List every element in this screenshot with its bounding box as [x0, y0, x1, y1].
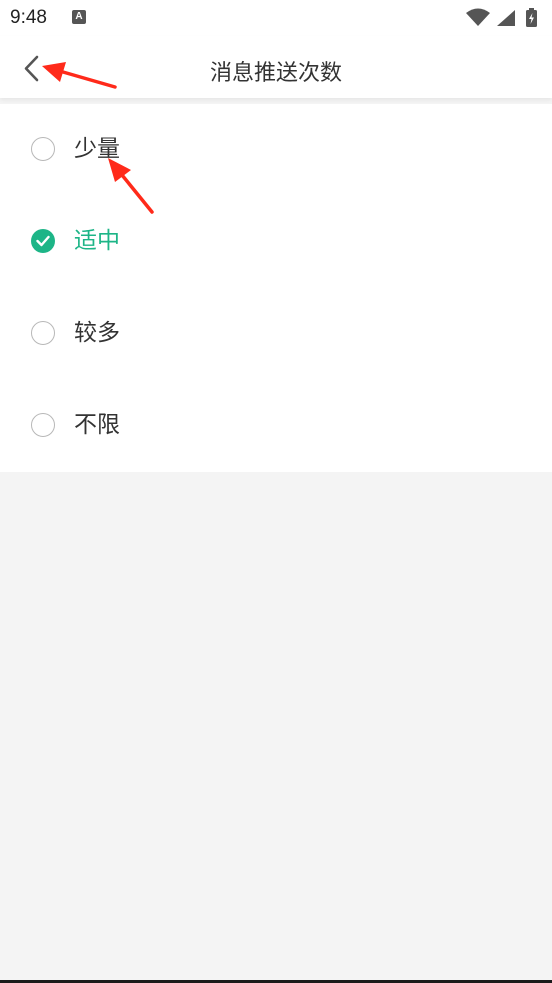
radio-unchecked-icon[interactable]	[31, 413, 55, 437]
option-label: 较多	[74, 320, 120, 346]
signal-icon	[497, 10, 515, 26]
push-frequency-options: 少量 适中 较多 不限	[0, 104, 552, 472]
option-row-unlimited[interactable]: 不限	[0, 380, 552, 472]
page-title: 消息推送次数	[209, 61, 342, 86]
status-bar: 9:48 A	[0, 0, 552, 36]
option-label: 少量	[74, 136, 120, 162]
option-label-selected: 适中	[74, 228, 120, 254]
option-label: 不限	[74, 412, 120, 438]
app-notification-icon: A	[72, 10, 86, 24]
option-row-moderate[interactable]: 适中	[0, 196, 552, 288]
battery-charging-icon	[526, 8, 537, 27]
radio-unchecked-icon[interactable]	[31, 321, 55, 345]
option-row-more[interactable]: 较多	[0, 288, 552, 380]
radio-checked-icon[interactable]	[31, 229, 55, 253]
app-header: 消息推送次数	[0, 36, 552, 98]
option-row-little[interactable]: 少量	[0, 104, 552, 196]
status-icons	[464, 7, 544, 29]
wifi-icon	[466, 8, 490, 26]
status-time: 9:48	[10, 7, 47, 28]
radio-unchecked-icon[interactable]	[31, 137, 55, 161]
